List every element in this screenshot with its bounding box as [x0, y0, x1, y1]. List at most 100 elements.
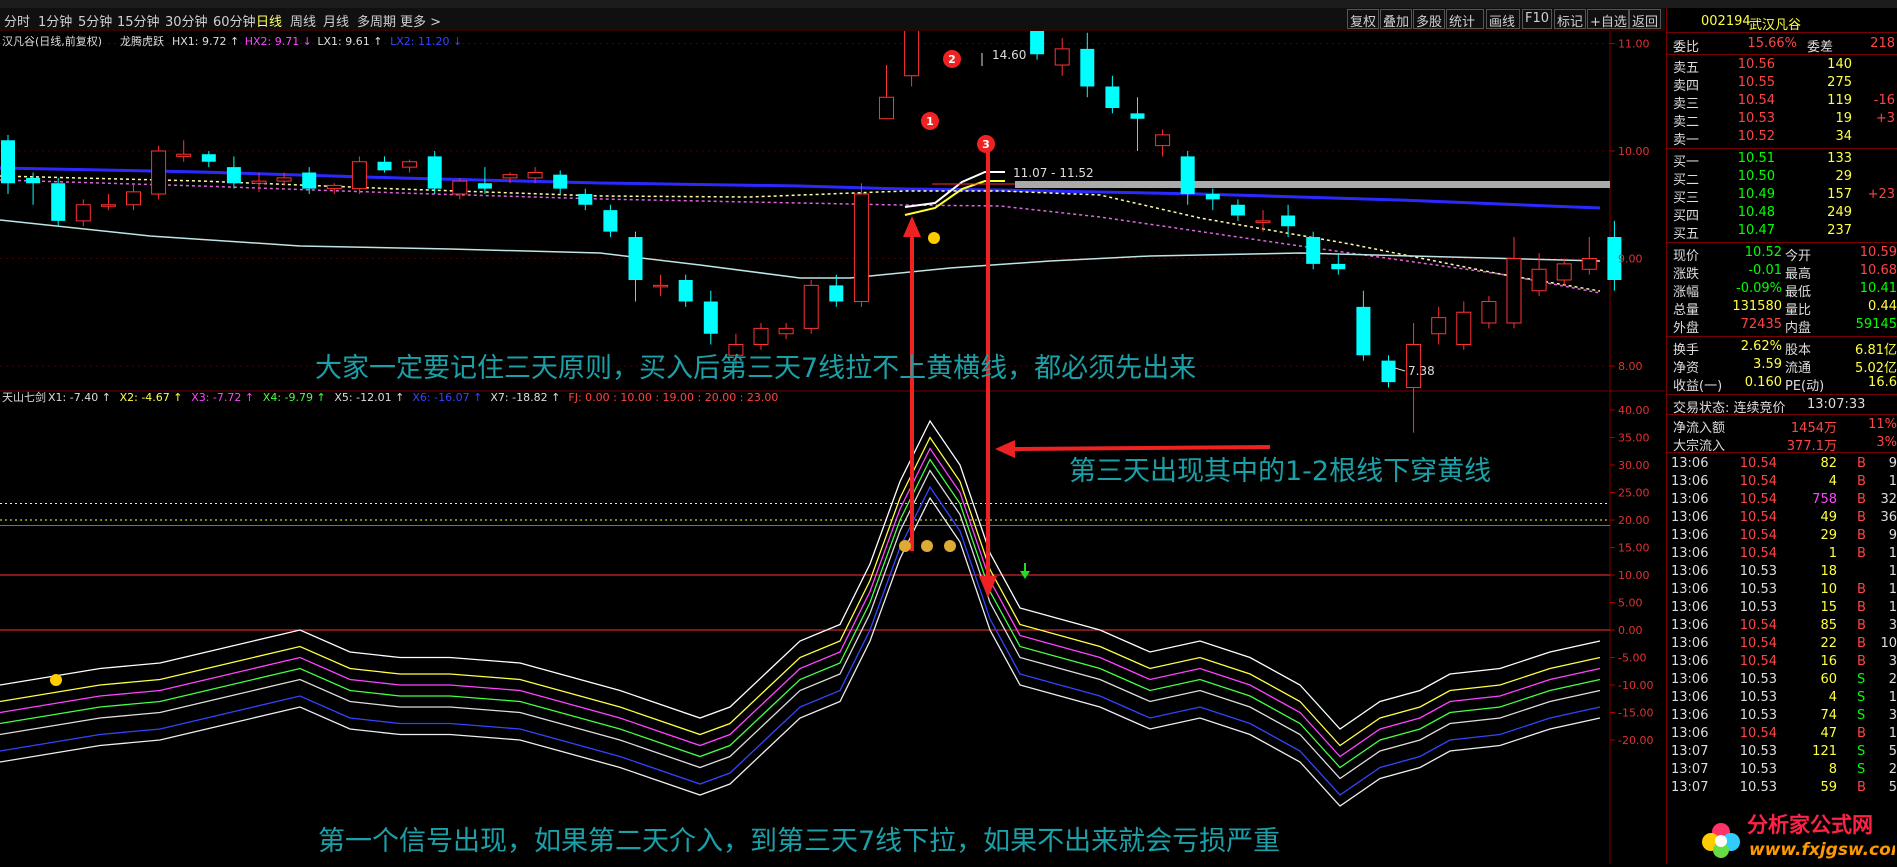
candle-58[interactable] — [1456, 301, 1472, 350]
period-tab-4[interactable]: 30分钟 — [165, 11, 208, 30]
moving-average-lines — [0, 166, 1610, 294]
candle-23[interactable] — [578, 188, 593, 211]
ask-vol-3: 19 — [1835, 111, 1852, 126]
candle-35[interactable] — [879, 65, 894, 120]
sep-book — [1667, 148, 1897, 149]
low-price-label: 7.38 — [1408, 364, 1435, 378]
candle-41[interactable] — [1030, 0, 1045, 60]
candle-0[interactable] — [1, 134, 15, 194]
candle-18[interactable] — [452, 177, 468, 200]
stat-value-b-1: 10.68 — [1859, 263, 1897, 278]
tick-price-14: 10.53 — [1739, 708, 1777, 723]
tick-time-0: 13:06 — [1671, 456, 1709, 471]
tick-row-0: 13:06 10.54 82 B 9 — [1667, 455, 1897, 473]
candle-4[interactable] — [100, 194, 116, 211]
candle-6[interactable] — [151, 145, 167, 200]
candle-16[interactable] — [402, 159, 418, 173]
toolbar-button-8[interactable]: 返回 — [1632, 11, 1658, 30]
candle-8[interactable] — [201, 151, 216, 168]
candle-22[interactable] — [553, 170, 568, 194]
candle-55[interactable] — [1381, 355, 1396, 388]
candle-63[interactable] — [1581, 237, 1597, 275]
candle-60[interactable] — [1506, 237, 1522, 329]
period-tab-8[interactable]: 月线 — [323, 11, 349, 30]
period-tab-7[interactable]: 周线 — [290, 11, 316, 30]
tick-time-12: 13:06 — [1671, 672, 1709, 687]
candle-44[interactable] — [1105, 75, 1120, 114]
tick-count-17: 2 — [1888, 762, 1897, 777]
candle-31[interactable] — [778, 323, 794, 340]
candle-27[interactable] — [678, 274, 693, 307]
tick-vol-11: 16 — [1820, 654, 1837, 669]
period-tab-5[interactable]: 60分钟 — [213, 11, 256, 30]
price-tick-label-5: 9.00 — [1618, 253, 1643, 266]
toolbar-button-3[interactable]: 统计 — [1449, 11, 1475, 30]
bid-price-0: 10.51 — [1737, 151, 1775, 166]
candle-5[interactable] — [126, 183, 141, 211]
candle-32[interactable] — [803, 280, 819, 334]
period-tab-0[interactable]: 分时 — [4, 11, 30, 30]
bid-row-1: 买二 10.50 29 — [1667, 168, 1897, 188]
period-tab-9[interactable]: 多周期 — [357, 11, 396, 30]
toolbar-button-4[interactable]: 画线 — [1489, 11, 1515, 30]
candle-34[interactable] — [853, 183, 869, 307]
candle-25[interactable] — [628, 231, 643, 302]
ind-tick-label-9: -5.00 — [1618, 652, 1646, 665]
tick-price-17: 10.53 — [1739, 762, 1777, 777]
candle-46[interactable] — [1155, 129, 1171, 157]
ind-tick-label-3: 25.00 — [1618, 487, 1650, 500]
chart-canvas[interactable]: 14.0013.0012.0011.0010.009.008.0014.6011… — [0, 0, 1665, 864]
candle-2[interactable] — [51, 177, 66, 227]
tick-time-11: 13:06 — [1671, 654, 1709, 669]
candle-36[interactable] — [904, 0, 920, 87]
candle-43[interactable] — [1080, 32, 1095, 98]
candle-13[interactable] — [326, 183, 342, 194]
sep-stats — [1667, 336, 1897, 337]
period-tab-3[interactable]: 15分钟 — [117, 11, 160, 30]
tick-price-4: 10.54 — [1739, 528, 1777, 543]
candle-17[interactable] — [427, 151, 442, 194]
candle-3[interactable] — [75, 199, 91, 227]
toolbar-button-2[interactable]: 多股 — [1416, 11, 1442, 30]
tick-dir-2: B — [1857, 492, 1866, 507]
candle-15[interactable] — [377, 156, 392, 173]
candle-59[interactable] — [1481, 296, 1497, 329]
tick-count-8: 1 — [1888, 600, 1897, 615]
toolbar-button-0[interactable]: 复权 — [1350, 11, 1376, 30]
period-tab-10[interactable]: 更多 > — [400, 11, 441, 30]
candle-54[interactable] — [1356, 290, 1371, 361]
candle-48[interactable] — [1205, 188, 1220, 211]
candle-9[interactable] — [226, 156, 241, 189]
period-tab-6[interactable]: 日线 — [256, 11, 282, 30]
period-tab-2[interactable]: 5分钟 — [78, 11, 112, 30]
candle-26[interactable] — [653, 274, 669, 297]
kline-value-0: HX1: 9.72 ↑ — [172, 35, 239, 48]
candle-28[interactable] — [703, 290, 718, 345]
candle-14[interactable] — [351, 156, 367, 194]
ask-row-1: 卖四 10.55 275 — [1667, 74, 1897, 94]
toolbar-button-5[interactable]: F10 — [1525, 11, 1549, 26]
candle-24[interactable] — [603, 204, 618, 237]
toolbar-button-1[interactable]: 叠加 — [1383, 11, 1409, 30]
low-price-pointer — [1394, 367, 1406, 372]
tick-vol-17: 8 — [1828, 762, 1837, 777]
tick-vol-18: 59 — [1820, 780, 1837, 795]
candle-51[interactable] — [1281, 204, 1296, 237]
stock-code: 002194 — [1701, 14, 1751, 29]
period-tab-1[interactable]: 1分钟 — [38, 11, 72, 30]
candle-62[interactable] — [1556, 258, 1572, 286]
candle-45[interactable] — [1130, 97, 1145, 151]
candle-53[interactable] — [1331, 253, 1346, 275]
candle-52[interactable] — [1306, 231, 1321, 270]
money-bag-icon-2 — [944, 540, 956, 552]
candle-33[interactable] — [829, 274, 844, 307]
toolbar-button-6[interactable]: 标记 — [1557, 11, 1583, 30]
stats2-row-1: 净资 3.59 流通 5.02亿 — [1667, 356, 1897, 376]
smiley-icon-0 — [928, 232, 940, 244]
candle-47[interactable] — [1180, 151, 1195, 205]
candle-49[interactable] — [1230, 199, 1245, 221]
toolbar-button-7[interactable]: +自选 — [1590, 11, 1627, 30]
candle-7[interactable] — [176, 140, 192, 162]
bid-chg-2: +23 — [1867, 187, 1895, 202]
candle-57[interactable] — [1431, 306, 1447, 345]
